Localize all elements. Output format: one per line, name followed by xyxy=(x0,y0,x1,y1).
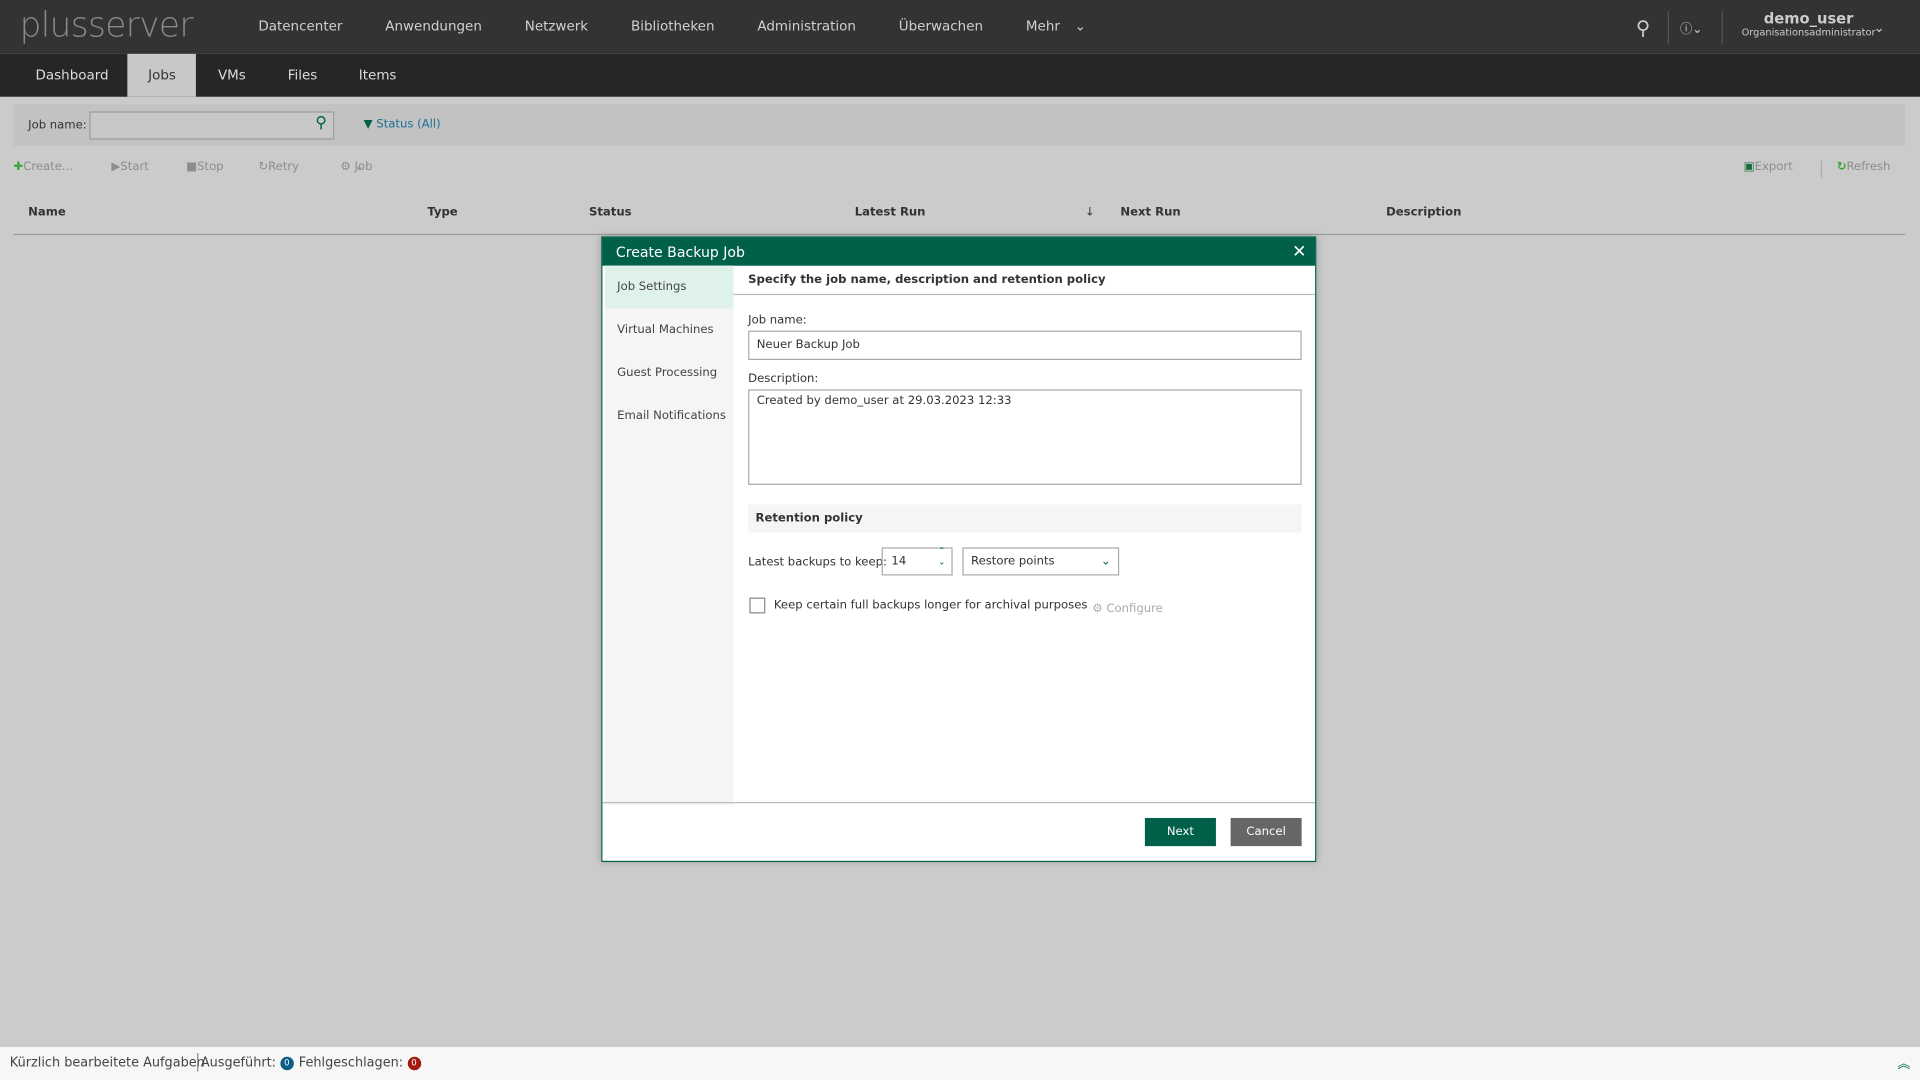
keep-label: Latest backups to keep: xyxy=(748,555,887,570)
chevron-down-icon[interactable]: ⌄ xyxy=(1873,0,1884,54)
user-menu[interactable]: demo_user Organisationsadministrator xyxy=(1736,10,1880,38)
create-backup-job-dialog: Create Backup Job ✕ Job Settings Virtual … xyxy=(601,236,1317,863)
nav-anwendungen[interactable]: Anwendungen xyxy=(385,18,482,34)
divider xyxy=(197,1053,199,1072)
status-bar: Kürzlich bearbeitete Aufgaben Ausgeführt… xyxy=(0,1046,1920,1080)
create-button[interactable]: ✚ Create... xyxy=(13,160,73,173)
tab-items[interactable]: Items xyxy=(338,54,417,97)
wizard-steps: Job Settings Virtual Machines Guest Proc… xyxy=(604,265,734,805)
chevron-down-icon: ⌄ xyxy=(1074,18,1086,35)
executed-count[interactable]: Ausgeführt: 0 xyxy=(201,1056,294,1070)
job-name-label: Job name: xyxy=(28,118,87,133)
tab-files[interactable]: Files xyxy=(267,54,338,97)
help-icon[interactable]: ⓘ⌄ xyxy=(1680,0,1703,54)
toolbar: ✚ Create... ▶ Start ■ Stop ↻ Retry ⚙ Job… xyxy=(13,160,1905,178)
step-job-settings[interactable]: Job Settings xyxy=(604,265,734,309)
start-button[interactable]: ▶ Start xyxy=(111,160,148,173)
refresh-button[interactable]: ↻ Refresh xyxy=(1837,160,1891,173)
logo: plusserver xyxy=(19,4,194,46)
nav-bibliotheken[interactable]: Bibliotheken xyxy=(631,18,715,34)
filter-icon: ▼ xyxy=(363,117,373,132)
step-guest-processing[interactable]: Guest Processing xyxy=(605,351,734,394)
column-name[interactable]: Name xyxy=(28,206,66,219)
step-heading: Specify the job name, description and re… xyxy=(733,266,1316,296)
archival-checkbox[interactable] xyxy=(749,597,766,614)
dialog-header: Create Backup Job ✕ xyxy=(602,237,1316,267)
dialog-title: Create Backup Job xyxy=(615,243,745,261)
close-icon[interactable]: ✕ xyxy=(1292,238,1306,267)
expand-up-icon[interactable]: ︽ xyxy=(1897,1054,1910,1072)
sub-nav: Dashboard Jobs VMs Files Items xyxy=(0,53,1920,97)
step-content: Specify the job name, description and re… xyxy=(733,266,1316,616)
nav-mehr[interactable]: Mehr ⌄ xyxy=(1026,18,1086,34)
nav-administration[interactable]: Administration xyxy=(757,18,856,34)
top-bar: plusserver Datencenter Anwendungen Netzw… xyxy=(0,0,1920,54)
retry-button[interactable]: ↻ Retry xyxy=(258,160,299,173)
keep-stepper[interactable]: 14 ⌃ ⌄ xyxy=(881,546,953,576)
export-button[interactable]: ▣ Export xyxy=(1744,160,1793,173)
sort-down-icon[interactable]: ↓ xyxy=(1085,206,1095,219)
search-icon[interactable]: ⚲ xyxy=(315,114,327,132)
nav-ueberwachen[interactable]: Überwachen xyxy=(899,18,983,34)
description-label: Description: xyxy=(748,372,819,386)
cancel-button[interactable]: Cancel xyxy=(1230,817,1302,847)
main-nav: Datencenter Anwendungen Netzwerk Bibliot… xyxy=(258,18,1086,34)
status-filter[interactable]: ▼ Status (All) xyxy=(364,118,441,131)
step-email-notifications[interactable]: Email Notifications xyxy=(605,394,734,437)
retention-policy-title: Retention policy xyxy=(748,504,1302,533)
nav-netzwerk[interactable]: Netzwerk xyxy=(525,18,588,34)
tab-vms[interactable]: VMs xyxy=(197,54,266,97)
divider xyxy=(1667,11,1669,45)
dialog-footer: Next Cancel xyxy=(602,802,1316,861)
column-type[interactable]: Type xyxy=(427,206,457,219)
tab-jobs[interactable]: Jobs xyxy=(127,53,196,97)
tab-dashboard[interactable]: Dashboard xyxy=(15,54,130,97)
column-next-run[interactable]: Next Run xyxy=(1120,206,1180,219)
column-latest-run[interactable]: Latest Run xyxy=(855,206,926,219)
jobs-table-header: Name Type Status Latest Run ↓ Next Run D… xyxy=(13,202,1906,236)
job-name-input[interactable]: Neuer Backup Job xyxy=(748,330,1302,361)
job-menu-button[interactable]: ⚙ Job ⌄ xyxy=(340,160,372,173)
keep-unit-select[interactable]: Restore points ⌄ xyxy=(962,547,1120,576)
nav-datencenter[interactable]: Datencenter xyxy=(258,18,342,34)
search-icon[interactable]: ⚲ xyxy=(1636,0,1650,54)
gear-icon: ⚙ xyxy=(1092,602,1103,616)
stepper-arrows-icon[interactable]: ⌃ ⌄ xyxy=(938,546,945,568)
column-status[interactable]: Status xyxy=(589,206,632,219)
failed-count[interactable]: Fehlgeschlagen: 0 xyxy=(299,1056,421,1070)
recent-tasks-link[interactable]: Kürzlich bearbeitete Aufgaben xyxy=(10,1056,205,1071)
divider xyxy=(1820,160,1823,178)
chevron-down-icon: ⌄ xyxy=(1100,554,1111,569)
archival-label: Keep certain full backups longer for arc… xyxy=(773,598,1088,613)
step-virtual-machines[interactable]: Virtual Machines xyxy=(605,309,734,352)
configure-button[interactable]: ⚙ Configure xyxy=(1092,602,1163,615)
job-name-search-input[interactable]: ⚲ xyxy=(89,111,335,140)
description-textarea[interactable]: Created by demo_user at 29.03.2023 12:33 xyxy=(748,389,1302,485)
column-description[interactable]: Description xyxy=(1386,206,1461,219)
next-button[interactable]: Next xyxy=(1144,817,1216,847)
divider xyxy=(1721,11,1723,45)
job-name-label: Job name: xyxy=(748,313,807,327)
stop-button[interactable]: ■ Stop xyxy=(186,160,223,173)
filter-bar: Job name: ⚲ ▼ Status (All) xyxy=(13,104,1906,146)
